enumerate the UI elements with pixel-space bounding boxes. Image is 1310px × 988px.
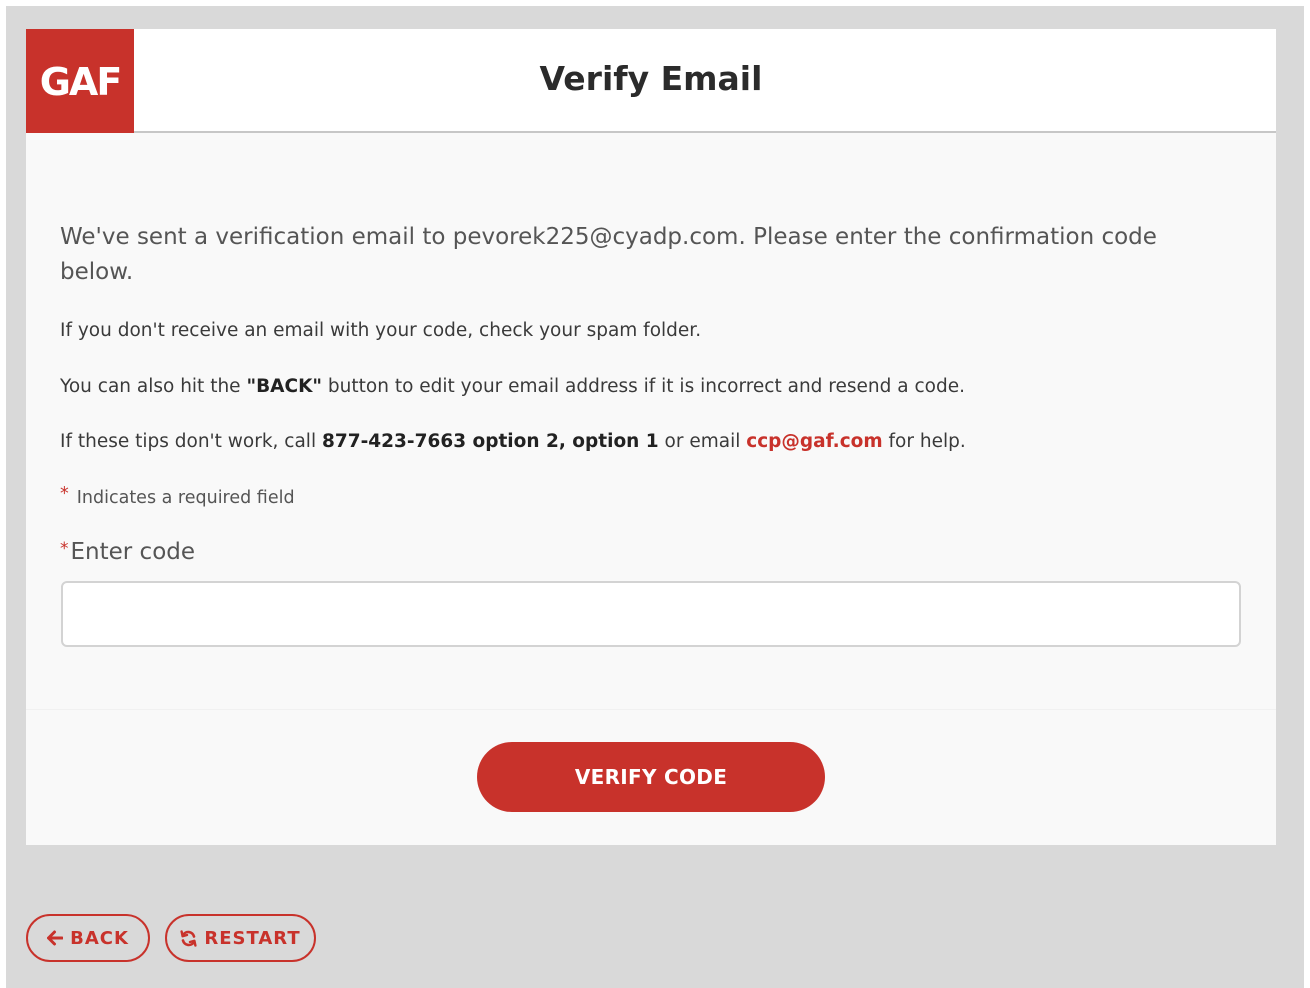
verify-code-button[interactable]: VERIFY CODE: [477, 742, 825, 812]
help-tip-after: for help.: [882, 431, 966, 452]
help-tip: If these tips don't work, call 877-423-7…: [60, 428, 1240, 456]
restart-button[interactable]: RESTART: [165, 914, 316, 962]
arrow-left-icon: [47, 930, 64, 946]
verification-message: We've sent a verification email to pevor…: [60, 224, 1157, 285]
refresh-icon: [180, 929, 197, 947]
enter-code-label-text: Enter code: [70, 539, 196, 565]
help-tip-middle: or email: [658, 431, 747, 452]
verify-email-card: GAF Verify Email We've sent a verificati…: [26, 29, 1276, 845]
support-email-link[interactable]: ccp@gaf.com: [746, 431, 882, 452]
required-field-note: * Indicates a required field: [60, 484, 295, 512]
required-note-text: Indicates a required field: [76, 488, 295, 508]
required-asterisk: *: [60, 539, 69, 559]
required-asterisk: *: [60, 484, 69, 504]
back-button[interactable]: BACK: [26, 914, 150, 962]
support-phone: 877-423-7663 option 2, option 1: [321, 431, 659, 452]
card-header: GAF Verify Email: [26, 29, 1276, 133]
back-button-label: BACK: [70, 927, 129, 949]
page-title: Verify Email: [539, 59, 763, 98]
code-input[interactable]: [61, 581, 1241, 647]
back-tip-emphasis: "BACK": [246, 376, 323, 397]
back-tip-before: You can also hit the: [60, 376, 247, 397]
form-divider: [26, 709, 1276, 710]
back-tip-after: button to edit your email address if it …: [322, 376, 965, 397]
back-tip: You can also hit the "BACK" button to ed…: [60, 373, 1240, 401]
help-tip-before: If these tips don't work, call: [60, 431, 322, 452]
enter-code-label: *Enter code: [60, 536, 195, 570]
restart-button-label: RESTART: [204, 927, 301, 949]
spam-tip: If you don't receive an email with your …: [60, 320, 702, 341]
